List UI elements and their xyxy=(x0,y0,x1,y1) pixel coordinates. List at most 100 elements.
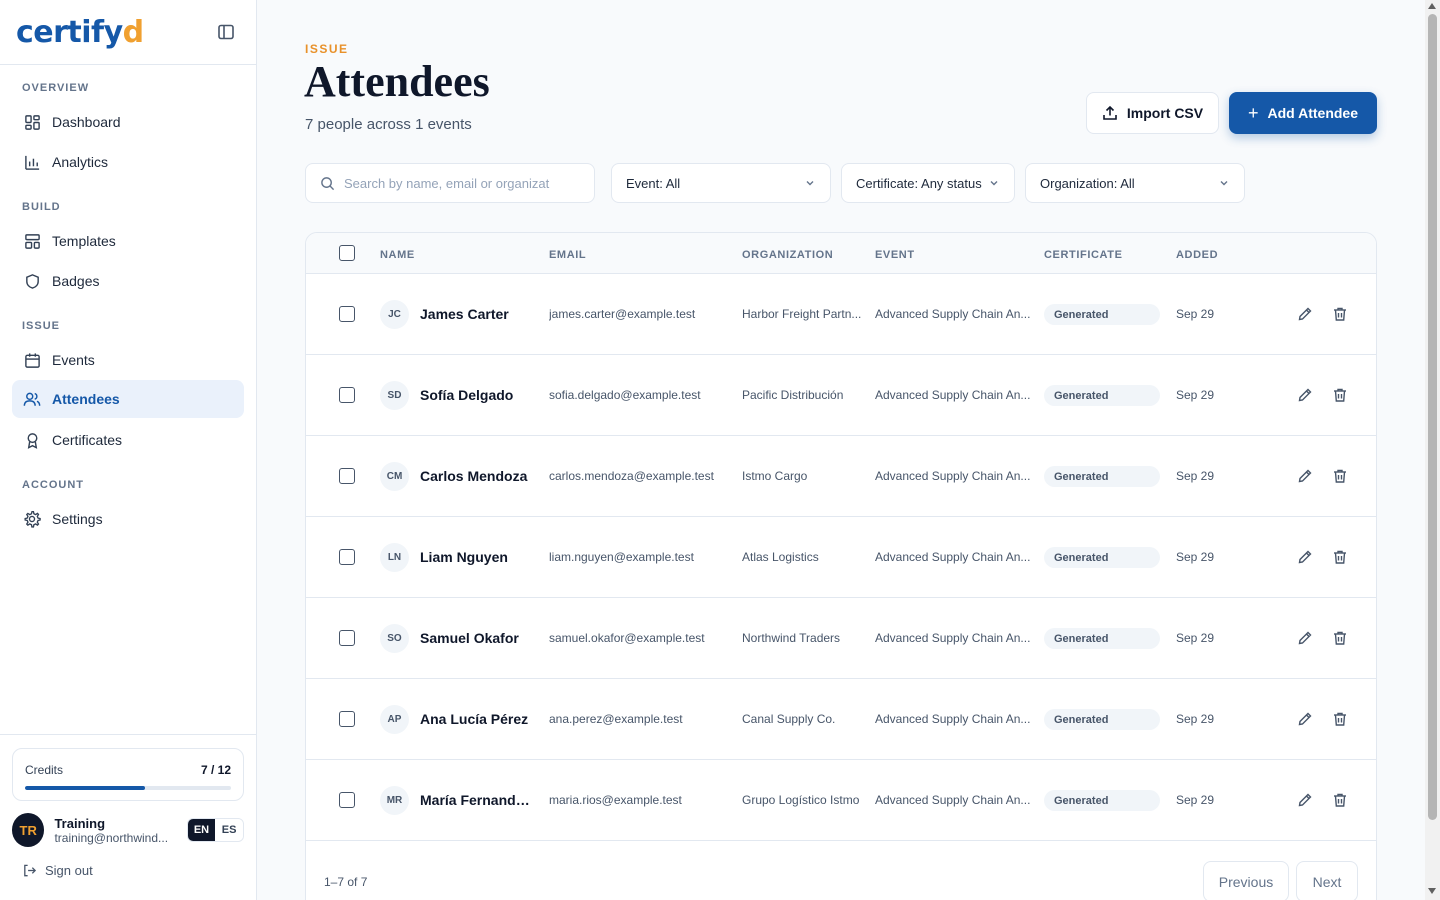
row-checkbox[interactable] xyxy=(339,711,355,727)
trash-icon[interactable] xyxy=(1332,306,1348,322)
table-row[interactable]: CM Carlos Mendoza carlos.mendoza@example… xyxy=(306,436,1376,517)
attendee-organization: Pacific Distribución xyxy=(742,388,844,402)
lang-es-button[interactable]: ES xyxy=(215,819,243,841)
column-header-added[interactable]: ADDED xyxy=(1176,249,1218,261)
sidebar-item-settings[interactable]: Settings xyxy=(12,500,244,538)
trash-icon[interactable] xyxy=(1332,792,1348,808)
scroll-down-arrow-icon[interactable] xyxy=(1428,888,1436,894)
edit-icon[interactable] xyxy=(1297,468,1313,484)
shield-icon xyxy=(22,271,42,291)
search-icon xyxy=(321,176,335,190)
row-checkbox[interactable] xyxy=(339,387,355,403)
template-icon xyxy=(22,231,42,251)
attendee-added-date: Sep 29 xyxy=(1176,793,1215,807)
scroll-up-arrow-icon[interactable] xyxy=(1428,3,1436,9)
certificate-filter-select[interactable]: Certificate: Any status xyxy=(841,163,1015,203)
attendee-email: maria.rios@example.test xyxy=(549,793,682,807)
table-row[interactable]: SD Sofía Delgado sofia.delgado@example.t… xyxy=(306,355,1376,436)
page-subtitle: 7 people across 1 events xyxy=(305,116,472,133)
sidebar-item-events[interactable]: Events xyxy=(12,341,244,379)
sidebar-toggle-icon[interactable] xyxy=(216,22,236,42)
row-checkbox[interactable] xyxy=(339,792,355,808)
row-checkbox[interactable] xyxy=(339,549,355,565)
attendee-added-date: Sep 29 xyxy=(1176,712,1215,726)
column-header-name[interactable]: NAME xyxy=(380,249,415,261)
table-row[interactable]: LN Liam Nguyen liam.nguyen@example.test … xyxy=(306,517,1376,598)
import-csv-button[interactable]: Import CSV xyxy=(1086,92,1219,134)
sign-out-icon xyxy=(24,864,37,877)
previous-page-button[interactable]: Previous xyxy=(1203,861,1289,900)
trash-icon[interactable] xyxy=(1332,468,1348,484)
lang-en-button[interactable]: EN xyxy=(187,819,216,841)
row-checkbox[interactable] xyxy=(339,630,355,646)
page-scrollbar[interactable] xyxy=(1425,0,1440,900)
bar-chart-icon xyxy=(22,152,42,172)
calendar-icon xyxy=(22,350,42,370)
row-checkbox[interactable] xyxy=(339,306,355,322)
attendee-organization: Northwind Traders xyxy=(742,631,841,645)
organization-filter-select[interactable]: Organization: All xyxy=(1025,163,1245,203)
nav-section-overview: OVERVIEW xyxy=(22,82,90,94)
column-header-email[interactable]: EMAIL xyxy=(549,249,586,261)
sidebar-item-label: Badges xyxy=(52,273,100,289)
edit-icon[interactable] xyxy=(1297,549,1313,565)
sidebar-item-dashboard[interactable]: Dashboard xyxy=(12,103,244,141)
event-filter-select[interactable]: Event: All xyxy=(611,163,831,203)
trash-icon[interactable] xyxy=(1332,387,1348,403)
logo[interactable]: certifyd xyxy=(16,15,144,50)
edit-icon[interactable] xyxy=(1297,711,1313,727)
sidebar-item-certificates[interactable]: Certificates xyxy=(12,421,244,459)
table-row[interactable]: AP Ana Lucía Pérez ana.perez@example.tes… xyxy=(306,679,1376,760)
award-icon xyxy=(22,430,42,450)
edit-icon[interactable] xyxy=(1297,387,1313,403)
trash-icon[interactable] xyxy=(1332,711,1348,727)
certificate-status-badge: Generated xyxy=(1044,547,1160,568)
attendee-event: Advanced Supply Chain An... xyxy=(875,631,1031,645)
trash-icon[interactable] xyxy=(1332,549,1348,565)
add-attendee-button[interactable]: + Add Attendee xyxy=(1229,92,1377,134)
attendee-email: liam.nguyen@example.test xyxy=(549,550,694,564)
sign-out-button[interactable]: Sign out xyxy=(22,863,93,878)
next-page-button[interactable]: Next xyxy=(1296,861,1358,900)
table-row[interactable]: JC James Carter james.carter@example.tes… xyxy=(306,274,1376,355)
attendee-organization: Harbor Freight Partn... xyxy=(742,307,862,321)
table-footer: 1–7 of 7 Previous Next xyxy=(306,841,1376,900)
edit-icon[interactable] xyxy=(1297,630,1313,646)
language-toggle: EN ES xyxy=(186,818,244,842)
edit-icon[interactable] xyxy=(1297,306,1313,322)
trash-icon[interactable] xyxy=(1332,630,1348,646)
table-row[interactable]: SO Samuel Okafor samuel.okafor@example.t… xyxy=(306,598,1376,679)
sidebar-item-badges[interactable]: Badges xyxy=(12,262,244,300)
sidebar-item-label: Certificates xyxy=(52,432,123,448)
attendee-avatar: SO xyxy=(380,624,409,653)
column-header-certificate[interactable]: CERTIFICATE xyxy=(1044,249,1123,261)
attendee-name: Samuel Okafor xyxy=(420,630,519,646)
credits-progress-bar xyxy=(25,786,231,790)
attendee-event: Advanced Supply Chain An... xyxy=(875,388,1031,402)
attendee-avatar: JC xyxy=(380,300,409,329)
search-input[interactable] xyxy=(344,175,584,191)
certificate-status-badge: Generated xyxy=(1044,304,1160,325)
edit-icon[interactable] xyxy=(1297,792,1313,808)
column-header-organization[interactable]: ORGANIZATION xyxy=(742,249,833,261)
attendee-added-date: Sep 29 xyxy=(1176,631,1215,645)
sign-out-label: Sign out xyxy=(45,863,93,878)
attendee-name: Liam Nguyen xyxy=(420,549,508,565)
attendee-email: samuel.okafor@example.test xyxy=(549,631,705,645)
scrollbar-thumb[interactable] xyxy=(1428,14,1437,820)
table-row[interactable]: MR María Fernanda ... maria.rios@example… xyxy=(306,760,1376,841)
sidebar-item-label: Analytics xyxy=(52,154,109,170)
attendee-added-date: Sep 29 xyxy=(1176,469,1215,483)
attendee-event: Advanced Supply Chain An... xyxy=(875,712,1031,726)
sidebar-item-attendees[interactable]: Attendees xyxy=(12,380,244,418)
main-content: ISSUE Attendees 7 people across 1 events… xyxy=(257,0,1425,900)
sidebar-item-templates[interactable]: Templates xyxy=(12,222,244,260)
sidebar-item-analytics[interactable]: Analytics xyxy=(12,143,244,181)
certificate-filter-value: Certificate: Any status xyxy=(856,175,982,191)
select-all-checkbox[interactable] xyxy=(339,245,355,261)
column-header-event[interactable]: EVENT xyxy=(875,249,915,261)
sidebar-item-label: Dashboard xyxy=(52,114,121,130)
user-avatar[interactable]: TR xyxy=(12,813,45,847)
row-checkbox[interactable] xyxy=(339,468,355,484)
attendee-event: Advanced Supply Chain An... xyxy=(875,307,1031,321)
